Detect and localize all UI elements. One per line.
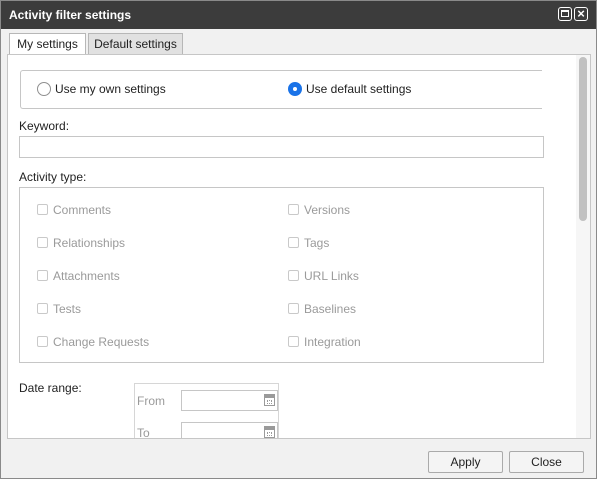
mode-radio-group: Use my own settings Use default settings bbox=[20, 70, 542, 109]
dialog-title: Activity filter settings bbox=[9, 8, 132, 22]
checkbox[interactable] bbox=[37, 204, 48, 215]
checkbox-label: Tests bbox=[53, 302, 82, 316]
checkbox[interactable] bbox=[288, 270, 299, 281]
apply-button[interactable]: Apply bbox=[428, 451, 503, 473]
keyword-label: Keyword: bbox=[19, 119, 70, 133]
checkbox[interactable] bbox=[288, 336, 299, 347]
maximize-icon bbox=[561, 10, 569, 17]
checkbox-label: Relationships bbox=[53, 236, 126, 250]
checkbox[interactable] bbox=[37, 270, 48, 281]
radio-button[interactable] bbox=[37, 82, 51, 96]
activity-type-label: Activity type: bbox=[19, 170, 87, 184]
keyword-input[interactable] bbox=[19, 136, 544, 158]
title-bar[interactable]: Activity filter settings × bbox=[1, 1, 596, 29]
activity-filter-dialog: Activity filter settings × My settings D… bbox=[0, 0, 597, 479]
checkbox-label: Tags bbox=[304, 236, 330, 250]
from-label: From bbox=[137, 394, 165, 408]
date-range-label: Date range: bbox=[19, 381, 82, 395]
from-date-input[interactable] bbox=[181, 390, 278, 411]
maximize-button[interactable] bbox=[558, 7, 572, 21]
radio-label: Use my own settings bbox=[55, 82, 166, 96]
checkbox[interactable] bbox=[288, 303, 299, 314]
checkbox-label: Comments bbox=[53, 203, 112, 217]
checkbox-label: Change Requests bbox=[53, 335, 150, 349]
radio-label: Use default settings bbox=[306, 82, 412, 96]
to-date-input[interactable] bbox=[181, 422, 278, 438]
close-window-button[interactable]: × bbox=[574, 6, 588, 21]
radio-button[interactable] bbox=[288, 82, 302, 96]
activity-type-box: Comments Relationships Attachments Tests… bbox=[19, 187, 544, 363]
checkbox-label: Integration bbox=[304, 335, 361, 349]
checkbox-label: Baselines bbox=[304, 302, 357, 316]
calendar-icon[interactable] bbox=[264, 394, 275, 406]
close-button[interactable]: Close bbox=[509, 451, 584, 473]
checkbox[interactable] bbox=[288, 204, 299, 215]
checkbox-label: URL Links bbox=[304, 269, 359, 283]
vertical-scrollbar[interactable] bbox=[576, 55, 590, 438]
checkbox-label: Attachments bbox=[53, 269, 120, 283]
tab-default-settings[interactable]: Default settings bbox=[88, 33, 183, 54]
checkbox[interactable] bbox=[37, 237, 48, 248]
checkbox[interactable] bbox=[37, 336, 48, 347]
checkbox-label: Versions bbox=[304, 203, 351, 217]
scrollbar-thumb[interactable] bbox=[579, 57, 587, 221]
checkbox[interactable] bbox=[288, 237, 299, 248]
checkbox[interactable] bbox=[37, 303, 48, 314]
settings-panel: Use my own settings Use default settings… bbox=[7, 54, 591, 439]
calendar-icon[interactable] bbox=[264, 426, 275, 438]
to-label: To bbox=[137, 426, 150, 439]
date-range-box: From To bbox=[134, 383, 279, 439]
tab-my-settings[interactable]: My settings bbox=[9, 33, 86, 55]
close-icon: × bbox=[577, 6, 585, 21]
